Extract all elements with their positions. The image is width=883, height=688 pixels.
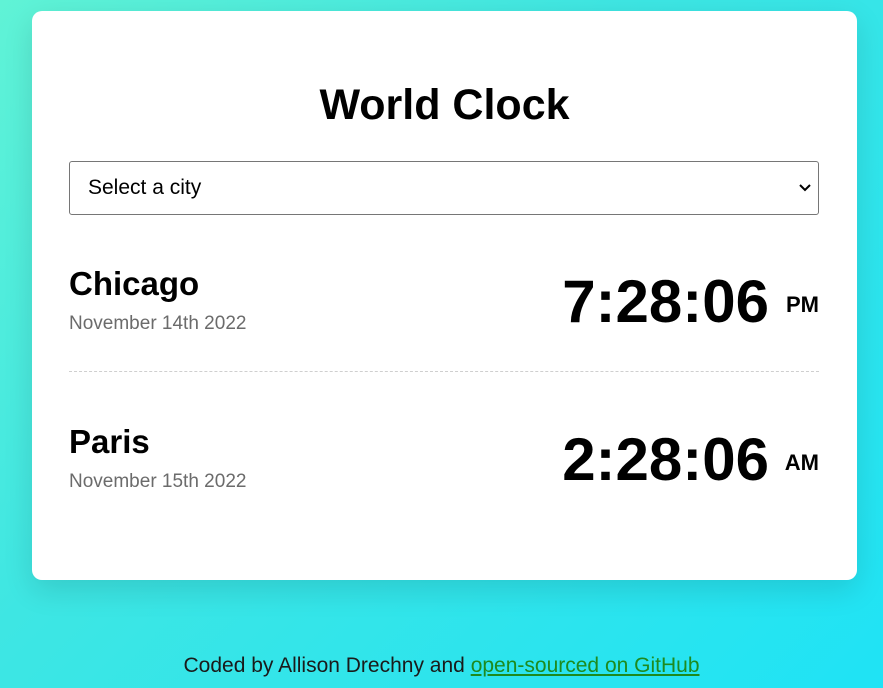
city-divider [69,371,819,372]
city-row-paris: Paris November 15th 2022 2:28:06 AM [69,419,819,519]
city-ampm: PM [786,292,819,317]
city-ampm: AM [784,450,819,475]
city-name: Paris [69,423,150,460]
city-name: Chicago [69,265,200,302]
city-select[interactable]: Select a city [69,161,819,215]
page-title: World Clock [319,81,570,129]
city-row-chicago: Chicago November 14th 2022 7:28:06 PM [69,261,819,361]
city-select-value: Select a city [88,176,202,199]
chevron-down-icon [799,184,811,192]
footer-credit-text: Coded by Allison Drechny and [183,654,465,677]
world-clock-card: World Clock Select a city Chicago Novemb… [32,11,857,580]
city-time: 2:28:06 [562,426,769,493]
github-link[interactable]: open-sourced on GitHub [471,654,700,677]
city-date: November 14th 2022 [69,313,247,334]
city-time: 7:28:06 [562,268,769,335]
city-date: November 15th 2022 [69,471,247,492]
footer: Coded by Allison Drechny and open-source… [0,654,883,678]
